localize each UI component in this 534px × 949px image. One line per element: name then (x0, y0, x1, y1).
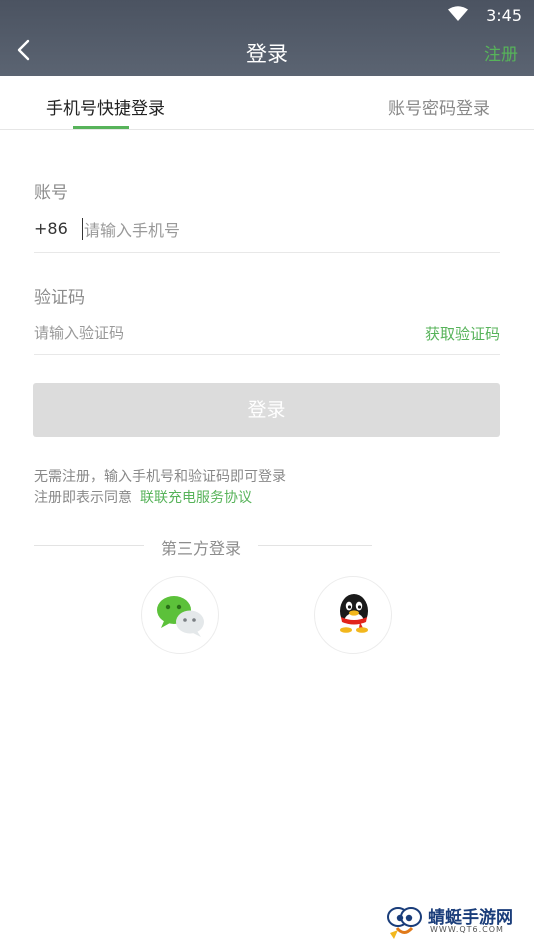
watermark-url: WWW.QT6.COM (430, 925, 504, 934)
get-code-button[interactable]: 获取验证码 (425, 323, 500, 344)
login-button[interactable]: 登录 (33, 383, 500, 437)
tab-password-login[interactable]: 账号密码登录 (388, 94, 490, 119)
register-button[interactable]: 注册 (484, 40, 518, 65)
third-party-title: 第三方登录 (160, 539, 241, 558)
divider-right (258, 545, 372, 546)
phone-field-underline (34, 252, 500, 253)
code-label: 验证码 (34, 288, 85, 308)
account-label: 账号 (34, 183, 68, 203)
app-header: 3:45 登录 注册 (0, 0, 534, 76)
agreement-prefix: 注册即表示同意 (34, 490, 132, 506)
page-title: 登录 (246, 42, 288, 66)
wechat-login-button[interactable] (141, 576, 219, 654)
login-tabs: 手机号快捷登录 账号密码登录 (0, 76, 534, 130)
phone-input[interactable] (84, 216, 484, 244)
notice-text: 无需注册，输入手机号和验证码即可登录 (34, 469, 286, 485)
wechat-icon (157, 596, 204, 637)
qq-icon (340, 594, 368, 633)
code-field-underline (34, 354, 500, 355)
code-input[interactable] (34, 321, 374, 345)
watermark: 蜻蜓手游网 WWW.QT6.COM (384, 903, 526, 941)
qq-login-button[interactable] (314, 576, 392, 654)
status-time: 3:45 (486, 6, 522, 25)
agreement-link[interactable]: 联联充电服务协议 (140, 490, 252, 506)
agreement-notice: 注册即表示同意 联联充电服务协议 (34, 487, 252, 507)
wifi-icon (448, 6, 468, 21)
text-cursor (82, 218, 83, 240)
tab-phone-quick-login[interactable]: 手机号快捷登录 (46, 94, 165, 119)
country-code[interactable]: +86 (34, 219, 68, 238)
dragonfly-logo-icon (387, 907, 422, 939)
active-tab-indicator (73, 126, 129, 129)
